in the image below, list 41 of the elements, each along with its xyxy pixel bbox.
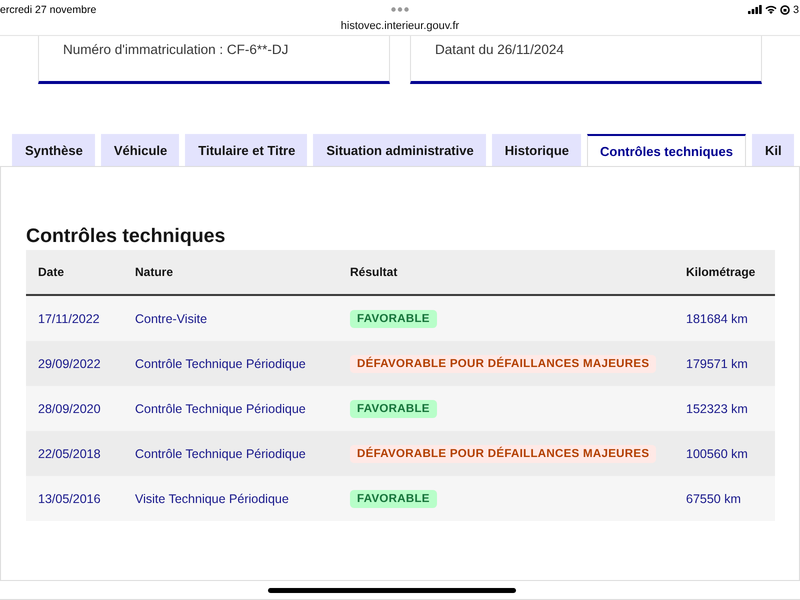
card-text: Datant du 26/11/2024 <box>435 42 564 57</box>
unfavorable-badge: DÉFAVORABLE POUR DÉFAILLANCES MAJEURES <box>350 355 656 373</box>
battery-percent-text: 3 <box>793 4 799 16</box>
date-text: 28/09/2020 <box>38 402 101 416</box>
section-heading: Contrôles techniques <box>26 224 226 249</box>
column-header: Date <box>38 265 64 279</box>
date-text: ercredi 27 novembre <box>0 4 96 16</box>
nature-text: Contre-Visite <box>135 312 208 326</box>
nature-text: Contrôle Technique Périodique <box>135 356 306 370</box>
date-text: 29/09/2022 <box>38 356 101 370</box>
date-text: 22/05/2018 <box>38 446 101 460</box>
tab[interactable]: Titulaire et Titre <box>185 134 308 166</box>
tab[interactable]: Historique <box>492 134 582 166</box>
tab[interactable]: Synthèse <box>12 134 95 166</box>
mileage-text: 100560 km <box>686 446 748 460</box>
card-text: Numéro d'immatriculation : CF-6**-DJ <box>63 42 288 57</box>
favorable-badge: FAVORABLE <box>350 400 437 418</box>
nature-text: Visite Technique Périodique <box>135 492 289 506</box>
signal-icon <box>748 5 762 14</box>
circle-icon <box>780 4 790 14</box>
nature-text: Contrôle Technique Périodique <box>135 446 306 460</box>
favorable-badge: FAVORABLE <box>350 310 437 328</box>
tab[interactable]: Contrôles techniques <box>587 134 746 166</box>
url-text[interactable]: histovec.interieur.gouv.fr <box>340 19 460 33</box>
nature-text: Contrôle Technique Périodique <box>135 402 306 416</box>
mileage-text: 67550 km <box>686 492 741 506</box>
tab[interactable]: Véhicule <box>100 134 180 166</box>
mileage-text: 179571 km <box>686 356 748 370</box>
column-header: Résultat <box>350 265 398 279</box>
wifi-icon <box>765 5 778 14</box>
date-text: 13/05/2016 <box>38 492 101 506</box>
unfavorable-badge: DÉFAVORABLE POUR DÉFAILLANCES MAJEURES <box>350 445 656 463</box>
column-header: Kilométrage <box>686 265 756 279</box>
tab[interactable]: Kil <box>752 134 794 166</box>
more-dots-icon[interactable] <box>391 7 409 12</box>
date-text: 17/11/2022 <box>38 312 100 326</box>
mileage-text: 181684 km <box>686 312 748 326</box>
mileage-text: 152323 km <box>686 402 748 416</box>
favorable-badge: FAVORABLE <box>350 490 437 508</box>
column-header: Nature <box>135 265 174 279</box>
tab[interactable]: Situation administrative <box>313 134 486 166</box>
